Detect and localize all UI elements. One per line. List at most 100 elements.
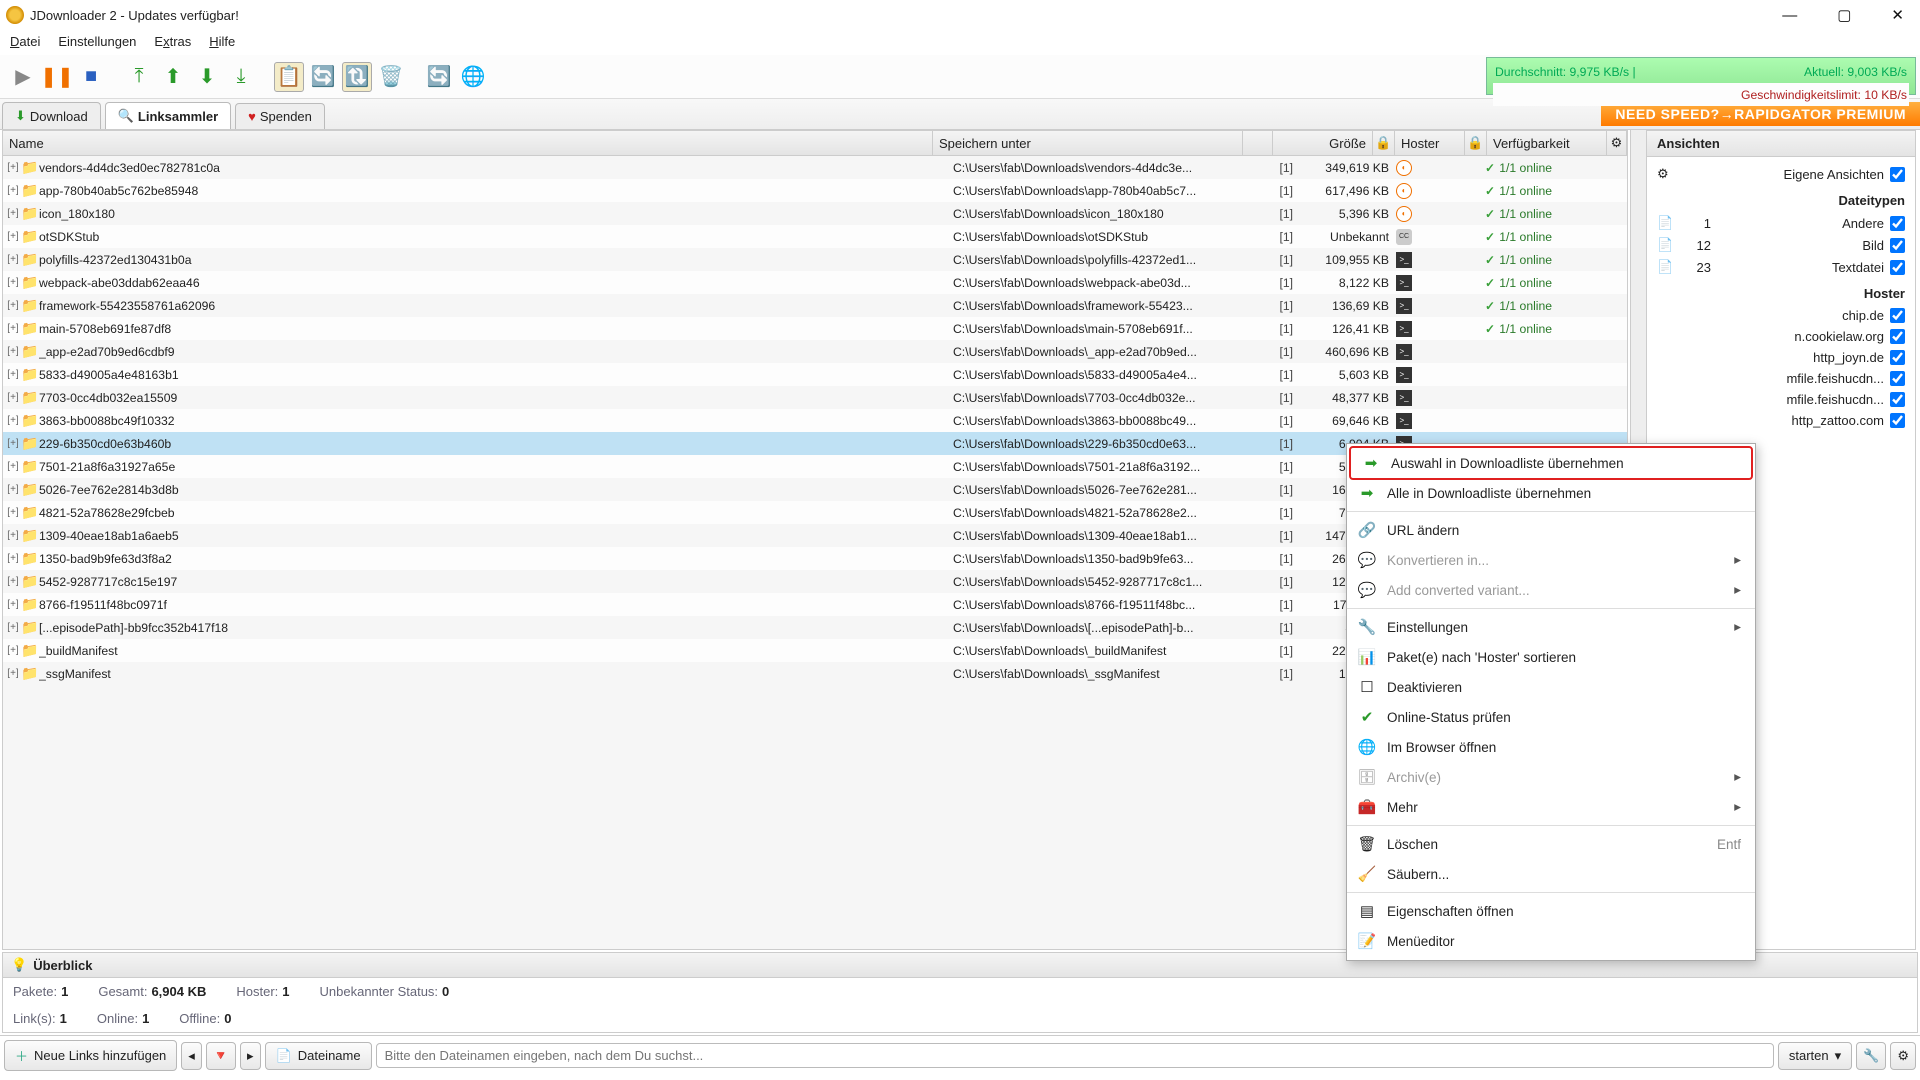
- search-input[interactable]: [385, 1048, 1765, 1063]
- hoster-label[interactable]: mfile.feishucdn...: [1657, 392, 1884, 407]
- ctx-archive[interactable]: 🗄Archiv(e)▸: [1347, 762, 1755, 792]
- clipboard-watch-icon[interactable]: 📋: [274, 62, 304, 92]
- menu-einstellungen[interactable]: Einstellungen: [58, 34, 136, 49]
- arrow-left-button[interactable]: ◂: [181, 1042, 202, 1070]
- arrow-up-icon[interactable]: ⬆: [158, 62, 188, 92]
- hoster-checkbox[interactable]: [1890, 413, 1905, 428]
- table-row[interactable]: [+]📁otSDKStubC:\Users\fab\Downloads\otSD…: [3, 225, 1627, 248]
- arrow-right-button[interactable]: ▸: [240, 1042, 261, 1070]
- tool-settings-icon[interactable]: ⚙: [1890, 1042, 1916, 1070]
- window-close-icon[interactable]: ✕: [1891, 8, 1904, 23]
- expand-icon[interactable]: [+]: [5, 415, 21, 426]
- expand-icon[interactable]: [+]: [5, 392, 21, 403]
- ctx-open-browser[interactable]: 🌐Im Browser öffnen: [1347, 732, 1755, 762]
- expand-icon[interactable]: [+]: [5, 461, 21, 472]
- ctx-settings[interactable]: 🔧Einstellungen▸: [1347, 612, 1755, 642]
- expand-icon[interactable]: [+]: [5, 254, 21, 265]
- expand-icon[interactable]: [+]: [5, 300, 21, 311]
- expand-icon[interactable]: [+]: [5, 185, 21, 196]
- tab-download[interactable]: ⬇Download: [2, 102, 101, 129]
- hoster-checkbox[interactable]: [1890, 392, 1905, 407]
- filetype-label[interactable]: Andere: [1717, 216, 1884, 231]
- table-row[interactable]: [+]📁main-5708eb691fe87df8C:\Users\fab\Do…: [3, 317, 1627, 340]
- table-row[interactable]: [+]📁vendors-4d4dc3ed0ec782781c0aC:\Users…: [3, 156, 1627, 179]
- ctx-open-properties[interactable]: ▤Eigenschaften öffnen: [1347, 896, 1755, 926]
- hoster-label[interactable]: http_zattoo.com: [1657, 413, 1884, 428]
- refresh-icon[interactable]: 🔄: [308, 62, 338, 92]
- filetype-checkbox[interactable]: [1890, 260, 1905, 275]
- globe-icon[interactable]: 🌐: [458, 62, 488, 92]
- expand-icon[interactable]: [+]: [5, 369, 21, 380]
- own-views-label[interactable]: Eigene Ansichten: [1681, 167, 1884, 182]
- hoster-checkbox[interactable]: [1890, 371, 1905, 386]
- table-row[interactable]: [+]📁webpack-abe03ddab62eaa46C:\Users\fab…: [3, 271, 1627, 294]
- window-maximize-icon[interactable]: ▢: [1837, 8, 1851, 23]
- expand-icon[interactable]: [+]: [5, 323, 21, 334]
- stop-icon[interactable]: ■: [76, 62, 106, 92]
- ctx-sort-hoster[interactable]: 📊Paket(e) nach 'Hoster' sortieren: [1347, 642, 1755, 672]
- arrow-down-icon[interactable]: ⬇: [192, 62, 222, 92]
- ctx-check-online[interactable]: ✔Online-Status prüfen: [1347, 702, 1755, 732]
- expand-icon[interactable]: [+]: [5, 668, 21, 679]
- col-name[interactable]: Name: [3, 131, 933, 155]
- table-row[interactable]: [+]📁framework-55423558761a62096C:\Users\…: [3, 294, 1627, 317]
- col-availability[interactable]: Verfügbarkeit: [1487, 131, 1607, 155]
- hoster-label[interactable]: chip.de: [1657, 308, 1884, 323]
- reconnect-icon[interactable]: 🔃: [342, 62, 372, 92]
- hoster-checkbox[interactable]: [1890, 350, 1905, 365]
- col-saveunder[interactable]: Speichern unter: [933, 131, 1243, 155]
- pause-icon[interactable]: ❚❚: [42, 62, 72, 92]
- table-row[interactable]: [+]📁7703-0cc4db032ea15509C:\Users\fab\Do…: [3, 386, 1627, 409]
- expand-icon[interactable]: [+]: [5, 231, 21, 242]
- ctx-deactivate[interactable]: ☐Deaktivieren: [1347, 672, 1755, 702]
- table-row[interactable]: [+]📁icon_180x180C:\Users\fab\Downloads\i…: [3, 202, 1627, 225]
- ctx-add-selection[interactable]: ➡Auswahl in Downloadliste übernehmen: [1349, 446, 1753, 480]
- expand-icon[interactable]: [+]: [5, 208, 21, 219]
- expand-icon[interactable]: [+]: [5, 576, 21, 587]
- table-row[interactable]: [+]📁_app-e2ad70b9ed6cdbf9C:\Users\fab\Do…: [3, 340, 1627, 363]
- col-parts[interactable]: [1243, 131, 1273, 155]
- expand-icon[interactable]: [+]: [5, 346, 21, 357]
- expand-icon[interactable]: [+]: [5, 645, 21, 656]
- table-row[interactable]: [+]📁3863-bb0088bc49f10332C:\Users\fab\Do…: [3, 409, 1627, 432]
- lock-icon[interactable]: 🔒: [1373, 131, 1395, 155]
- tab-linksammler[interactable]: 🔍Linksammler: [105, 102, 231, 129]
- filetype-label[interactable]: Bild: [1717, 238, 1884, 253]
- ctx-more[interactable]: 🧰Mehr▸: [1347, 792, 1755, 822]
- hoster-checkbox[interactable]: [1890, 329, 1905, 344]
- premium-bar[interactable]: ＋Einen Premiumaccount hinzufügen...: [0, 1075, 1920, 1080]
- menu-hilfe[interactable]: Hilfe: [209, 34, 235, 49]
- table-row[interactable]: [+]📁polyfills-42372ed130431b0aC:\Users\f…: [3, 248, 1627, 271]
- own-views-checkbox[interactable]: [1890, 167, 1905, 182]
- ctx-delete[interactable]: 🗑LöschenEntf: [1347, 829, 1755, 859]
- arrow-down-full-icon[interactable]: ⤓: [226, 62, 256, 92]
- ctx-menu-editor[interactable]: 📝Menüeditor: [1347, 926, 1755, 956]
- tab-spenden[interactable]: ♥Spenden: [235, 103, 325, 129]
- col-hoster[interactable]: Hoster: [1395, 131, 1465, 155]
- play-icon[interactable]: ▶: [8, 62, 38, 92]
- expand-icon[interactable]: [+]: [5, 553, 21, 564]
- table-row[interactable]: [+]📁app-780b40ab5c762be85948C:\Users\fab…: [3, 179, 1627, 202]
- expand-icon[interactable]: [+]: [5, 277, 21, 288]
- col-size[interactable]: Größe: [1273, 131, 1373, 155]
- ctx-url-change[interactable]: 🔗URL ändern: [1347, 515, 1755, 545]
- arrow-up-full-icon[interactable]: ⤒: [124, 62, 154, 92]
- expand-icon[interactable]: [+]: [5, 484, 21, 495]
- hoster-label[interactable]: mfile.feishucdn...: [1657, 371, 1884, 386]
- ctx-add-all[interactable]: ➡Alle in Downloadliste übernehmen: [1347, 478, 1755, 508]
- expand-icon[interactable]: [+]: [5, 530, 21, 541]
- hoster-label[interactable]: n.cookielaw.org: [1657, 329, 1884, 344]
- table-row[interactable]: [+]📁5833-d49005a4e48163b1C:\Users\fab\Do…: [3, 363, 1627, 386]
- ctx-convert[interactable]: 💬Konvertieren in...▸: [1347, 545, 1755, 575]
- ctx-clean[interactable]: 🧹Säubern...: [1347, 859, 1755, 889]
- menu-extras[interactable]: Extras: [154, 34, 191, 49]
- expand-icon[interactable]: [+]: [5, 507, 21, 518]
- hoster-checkbox[interactable]: [1890, 308, 1905, 323]
- hoster-label[interactable]: http_joyn.de: [1657, 350, 1884, 365]
- gear-icon[interactable]: ⚙: [1657, 166, 1675, 182]
- menu-datei[interactable]: DDateiatei: [10, 34, 40, 49]
- filename-filter-button[interactable]: 📄Dateiname: [265, 1042, 372, 1070]
- add-links-button[interactable]: ＋Neue Links hinzufügen: [4, 1040, 177, 1071]
- expand-icon[interactable]: [+]: [5, 438, 21, 449]
- delete-icon[interactable]: 🗑️: [376, 62, 406, 92]
